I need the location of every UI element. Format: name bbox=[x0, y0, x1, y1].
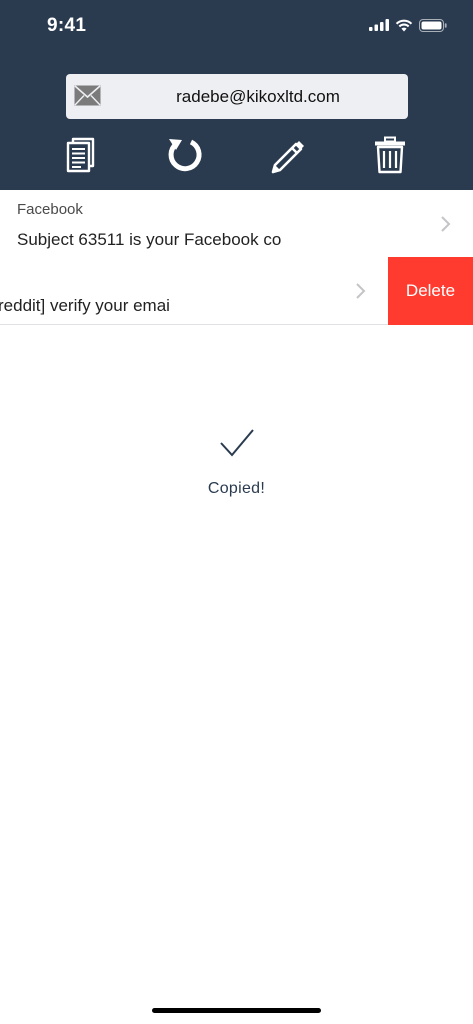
copy-button[interactable] bbox=[61, 134, 105, 176]
delete-message-button[interactable]: Delete bbox=[388, 257, 473, 325]
email-address-field[interactable]: radebe@kikoxltd.com bbox=[66, 74, 408, 119]
copied-text: Copied! bbox=[207, 480, 266, 497]
mail-icon bbox=[74, 85, 101, 106]
email-address: radebe@kikoxltd.com bbox=[176, 87, 340, 106]
trash-icon bbox=[375, 136, 405, 174]
message-row[interactable]: Facebook Subject 63511 is your Facebook … bbox=[0, 190, 473, 258]
edit-button[interactable] bbox=[266, 134, 310, 176]
message-row-swiped[interactable]: reddit] verify your emai Delete bbox=[0, 257, 473, 325]
refresh-icon bbox=[168, 139, 202, 172]
wifi-icon bbox=[395, 19, 413, 31]
message-sender: Facebook bbox=[17, 201, 83, 218]
battery-icon bbox=[419, 18, 447, 32]
app-header: 9:41 radebe@kikoxltd.com bbox=[0, 0, 473, 190]
status-icons bbox=[369, 17, 447, 33]
home-indicator[interactable] bbox=[152, 1008, 321, 1013]
refresh-button[interactable] bbox=[163, 134, 207, 176]
chevron-right-icon bbox=[441, 216, 451, 232]
copied-toast: Copied! bbox=[0, 428, 473, 498]
status-bar: 9:41 bbox=[0, 0, 473, 54]
message-subject: reddit] verify your emai bbox=[0, 296, 170, 315]
status-time: 9:41 bbox=[47, 15, 87, 36]
message-subject: Subject 63511 is your Facebook co bbox=[17, 230, 282, 249]
checkmark-icon bbox=[219, 429, 254, 457]
pencil-icon bbox=[271, 141, 304, 174]
signal-icon bbox=[369, 19, 389, 31]
copy-icon bbox=[66, 137, 95, 173]
chevron-right-icon bbox=[356, 283, 366, 299]
delete-address-button[interactable] bbox=[368, 134, 412, 176]
